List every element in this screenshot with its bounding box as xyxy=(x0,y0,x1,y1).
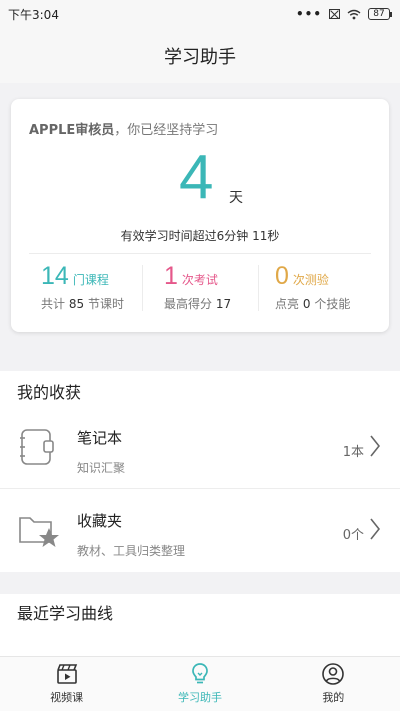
learning-curve-section: 最近学习曲线 xyxy=(0,594,400,656)
stat-exams[interactable]: 1 次考试 最高得分 17 xyxy=(164,262,232,315)
card-divider xyxy=(29,253,371,254)
favorites-subtitle: 教材、工具归类整理 xyxy=(77,544,186,558)
greeting-text: ，你已经坚持学习 xyxy=(114,123,219,138)
streak-days-number: 4 xyxy=(179,143,214,212)
chevron-right-icon xyxy=(370,518,380,540)
gains-title: 我的收获 xyxy=(17,383,82,402)
stat-exams-unit: 次考试 xyxy=(181,273,218,287)
stat-exams-sub: 最高得分 17 xyxy=(164,296,232,311)
nav-profile-label: 我的 xyxy=(322,691,345,704)
stat-quizzes-sub: 点亮 0 个技能 xyxy=(275,296,351,311)
stat-courses-sub: 共计 85 节课时 xyxy=(41,296,124,311)
status-time: 下午3:04 xyxy=(8,7,59,22)
battery-icon: 87 xyxy=(368,8,392,20)
greeting: APPLE审核员，你已经坚持学习 xyxy=(29,119,218,138)
favorites-item[interactable]: 收藏夹 教材、工具归类整理 0个 xyxy=(0,488,400,572)
notebook-item[interactable]: 笔记本 知识汇聚 1本 xyxy=(0,405,400,489)
stat-courses[interactable]: 14 门课程 共计 85 节课时 xyxy=(41,262,124,315)
nav-video-courses-label: 视频课 xyxy=(50,691,84,704)
nav-profile[interactable]: 我的 xyxy=(267,657,400,711)
stat-separator xyxy=(142,265,143,311)
bottom-nav: 视频课 学习助手 我的 xyxy=(0,656,400,711)
user-icon xyxy=(322,663,345,685)
favorites-folder-icon xyxy=(19,517,59,547)
notebook-icon xyxy=(20,429,54,465)
stat-quizzes-number: 0 xyxy=(275,262,289,290)
user-name: APPLE审核员 xyxy=(29,123,115,138)
nav-study-assistant[interactable]: 学习助手 xyxy=(133,657,266,711)
chevron-right-icon xyxy=(370,435,380,457)
stat-quizzes[interactable]: 0 次测验 点亮 0 个技能 xyxy=(275,262,351,315)
favorites-title: 收藏夹 xyxy=(77,512,123,530)
study-time-text: 有效学习时间超过6分钟 11秒 xyxy=(120,229,280,243)
gains-section: 我的收获 笔记本 知识汇聚 1本 收藏夹 教材、工具归类整理 0个 xyxy=(0,371,400,572)
status-icons: ••• 87 xyxy=(295,7,392,21)
page-title: 学习助手 xyxy=(164,46,236,68)
nav-study-assistant-label: 学习助手 xyxy=(177,691,222,704)
notebook-title: 笔记本 xyxy=(77,429,123,447)
stat-exams-number: 1 xyxy=(164,262,178,290)
favorites-count: 0个 xyxy=(342,528,364,543)
app-header: 学习助手 xyxy=(0,28,400,83)
status-bar: 下午3:04 ••• 87 xyxy=(0,0,400,28)
notebook-count: 1本 xyxy=(342,445,364,460)
learning-curve-title: 最近学习曲线 xyxy=(17,604,114,623)
summary-card: APPLE审核员，你已经坚持学习 4 天 有效学习时间超过6分钟 11秒 14 … xyxy=(11,99,389,332)
stat-separator xyxy=(258,265,259,311)
video-clapper-icon xyxy=(56,664,77,684)
nav-video-courses[interactable]: 视频课 xyxy=(0,657,133,711)
streak-days-unit: 天 xyxy=(229,190,243,206)
stat-courses-number: 14 xyxy=(41,262,69,290)
more-dots-icon: ••• xyxy=(295,7,322,21)
notebook-subtitle: 知识汇聚 xyxy=(77,461,126,475)
lightbulb-icon xyxy=(192,663,208,684)
sim-off-icon xyxy=(329,9,340,19)
stat-quizzes-unit: 次测验 xyxy=(292,273,329,287)
wifi-icon xyxy=(347,9,361,19)
stat-courses-unit: 门课程 xyxy=(72,273,109,287)
